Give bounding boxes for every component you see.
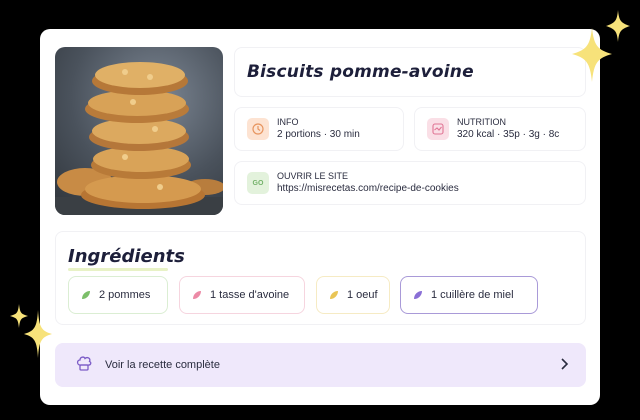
- go-link-icon: GO: [247, 172, 269, 194]
- ingredient-label: 2 pommes: [99, 289, 151, 301]
- title-highlight: [68, 268, 168, 271]
- ingredient-chip[interactable]: 1 tasse d'avoine: [179, 276, 305, 314]
- recipe-title: Biscuits pomme-avoine: [247, 62, 474, 82]
- chef-hat-icon: [75, 354, 93, 377]
- ingredients-title: Ingrédients: [68, 246, 185, 267]
- view-full-recipe-button[interactable]: Voir la recette complète: [55, 343, 586, 387]
- cta-label: Voir la recette complète: [105, 359, 220, 371]
- recipe-photo: [55, 47, 223, 215]
- info-label: INFO: [277, 117, 299, 127]
- site-label: OUVRIR LE SITE: [277, 171, 349, 181]
- chart-icon: [427, 118, 449, 140]
- ingredient-chip[interactable]: 1 cuillère de miel: [400, 276, 538, 314]
- clock-icon: [247, 118, 269, 140]
- sparkle-icon: [606, 10, 630, 42]
- leaf-icon: [81, 290, 91, 300]
- nutrition-value: 320 kcal · 35p · 3g · 8c: [457, 129, 560, 140]
- ingredient-label: 1 oeuf: [347, 289, 378, 301]
- ingredients-section: Ingrédients 2 pommes 1 tasse d'avoine 1 …: [55, 231, 586, 325]
- info-box: INFO 2 portions · 30 min: [234, 107, 404, 151]
- ingredient-chip[interactable]: 2 pommes: [68, 276, 168, 314]
- ingredient-label: 1 tasse d'avoine: [210, 289, 290, 301]
- leaf-icon: [413, 290, 423, 300]
- ingredient-label: 1 cuillère de miel: [431, 289, 514, 301]
- sparkle-icon: [10, 304, 28, 328]
- recipe-title-box: Biscuits pomme-avoine: [234, 47, 586, 97]
- leaf-icon: [329, 290, 339, 300]
- nutrition-box: NUTRITION 320 kcal · 35p · 3g · 8c: [414, 107, 586, 151]
- ingredient-chip[interactable]: 1 oeuf: [316, 276, 390, 314]
- recipe-card: Biscuits pomme-avoine INFO 2 portions · …: [40, 29, 600, 405]
- leaf-icon: [192, 290, 202, 300]
- info-value: 2 portions · 30 min: [277, 129, 360, 140]
- nutrition-label: NUTRITION: [457, 117, 506, 127]
- chevron-right-icon: [558, 357, 570, 376]
- site-url[interactable]: https://misrecetas.com/recipe-de-cookies: [277, 182, 459, 196]
- site-link-box[interactable]: GO OUVRIR LE SITE https://misrecetas.com…: [234, 161, 586, 205]
